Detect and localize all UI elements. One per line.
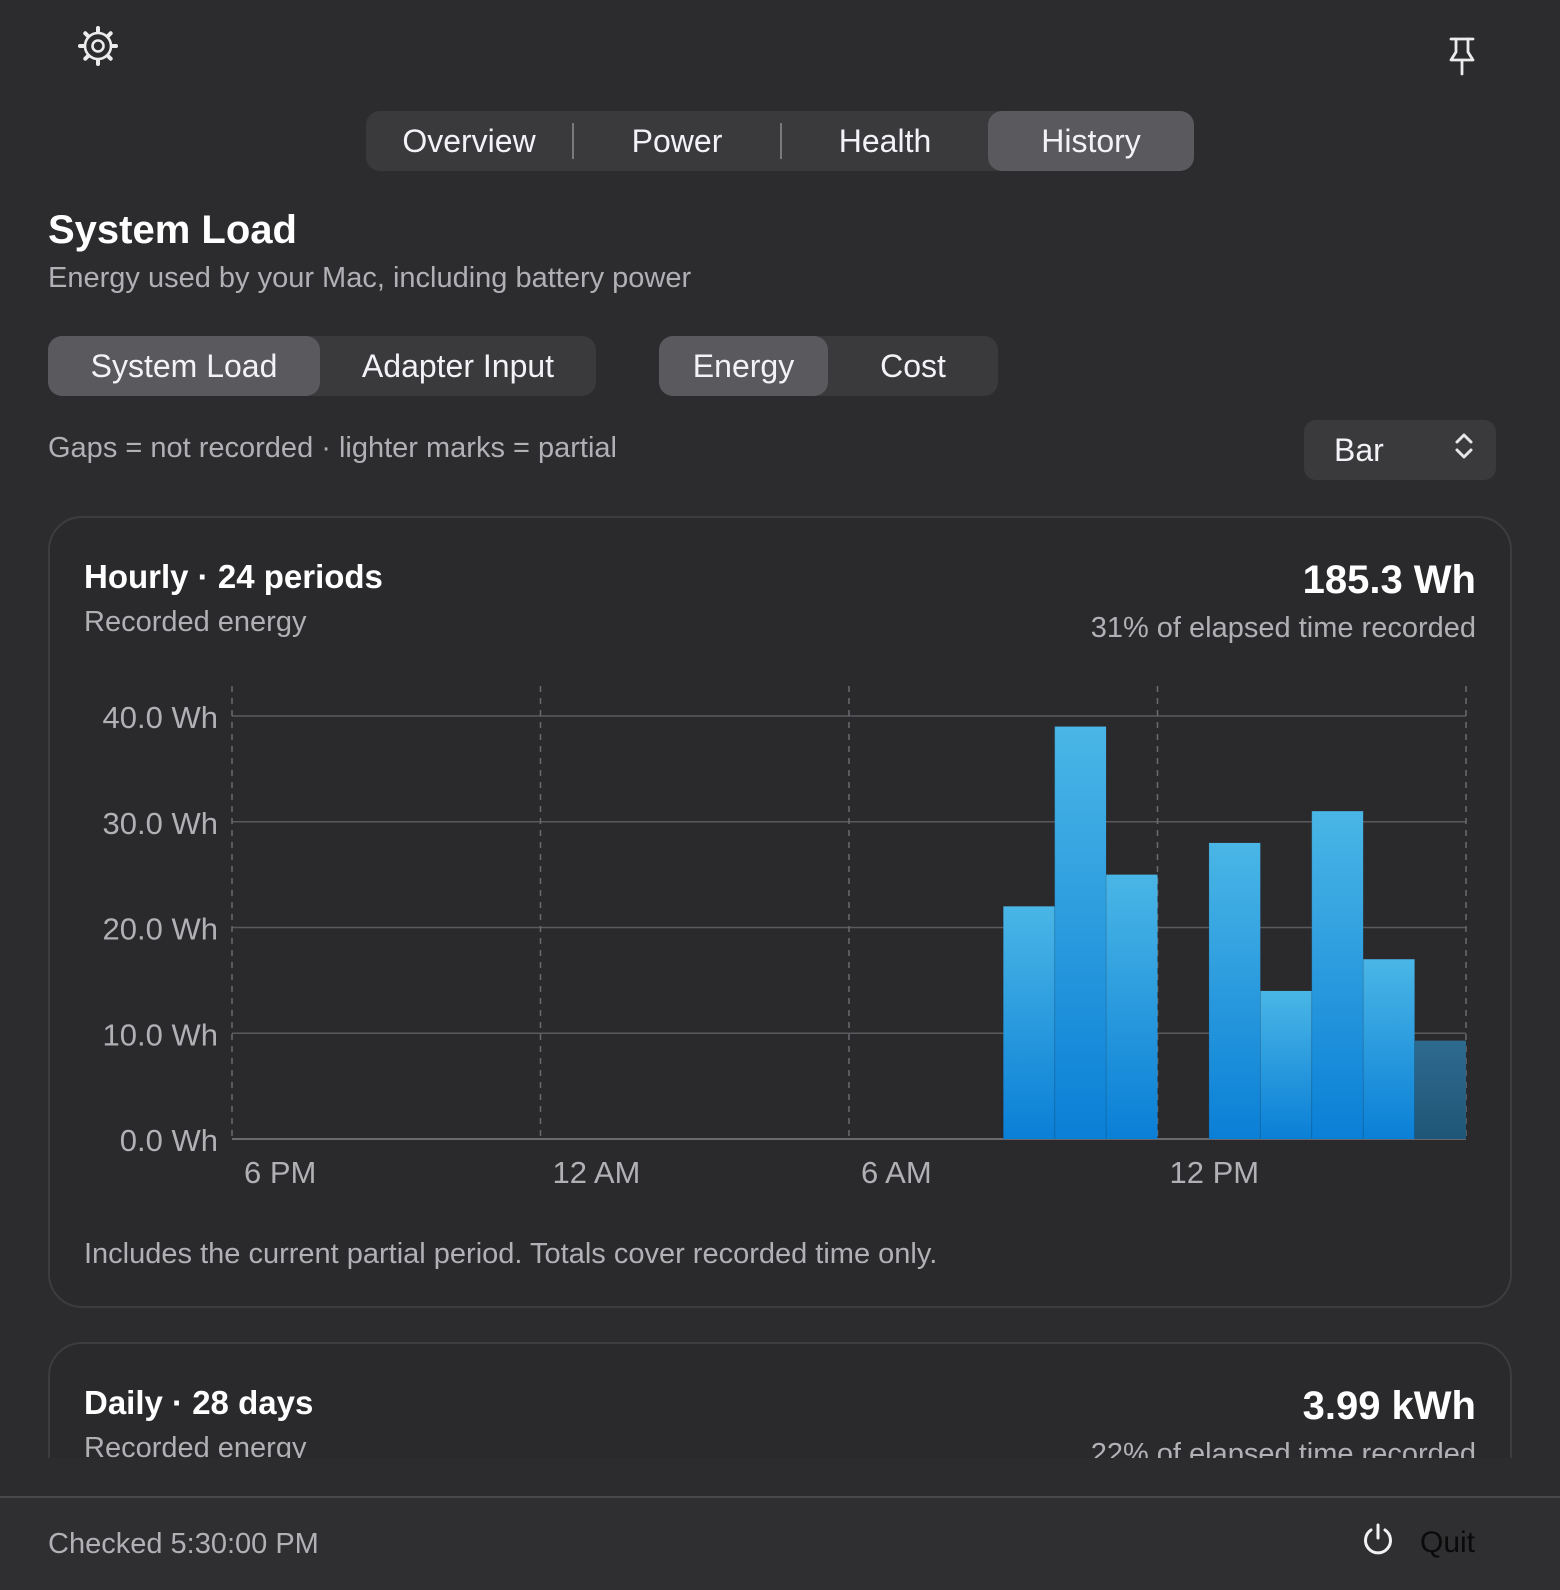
scroll-clip (0, 1458, 1560, 1496)
y-tick-label: 10.0 Wh (103, 1017, 218, 1052)
bar (1003, 906, 1055, 1139)
daily-title: Daily · 28 days (84, 1384, 314, 1421)
page-subtitle: Energy used by your Mac, including batte… (48, 262, 692, 294)
hourly-card: Hourly · 24 periods Recorded energy 185.… (48, 516, 1512, 1308)
quit-label: Quit (1420, 1526, 1476, 1559)
y-tick-label: 0.0 Wh (120, 1123, 218, 1158)
last-checked-time: Checked 5:30:00 PM (48, 1528, 319, 1560)
tab-health[interactable]: Health (782, 111, 988, 171)
tab-power[interactable]: Power (574, 111, 780, 171)
unit-toggle: Energy Cost (659, 336, 998, 396)
bar (1054, 726, 1107, 1139)
bar (1106, 874, 1158, 1139)
hourly-footnote: Includes the current partial period. Tot… (84, 1238, 938, 1270)
cost-toggle-button[interactable]: Cost (828, 336, 998, 396)
chevron-up-down-icon (1454, 431, 1474, 469)
chart-style-select[interactable]: Bar (1304, 420, 1496, 480)
quit-button[interactable]: Quit (1360, 1520, 1475, 1566)
energy-toggle-button[interactable]: Energy (659, 336, 828, 396)
tab-history[interactable]: History (988, 111, 1194, 171)
gear-icon[interactable] (76, 24, 120, 68)
tab-overview[interactable]: Overview (366, 111, 572, 171)
partial-bar (1414, 1040, 1466, 1139)
source-toggle: System Load Adapter Input (48, 336, 596, 396)
x-tick-label: 6 AM (861, 1155, 932, 1190)
y-tick-label: 40.0 Wh (103, 700, 218, 735)
page-title: System Load (48, 208, 297, 252)
power-icon (1360, 1521, 1396, 1565)
y-tick-label: 30.0 Wh (103, 806, 218, 841)
pin-icon[interactable] (1442, 34, 1482, 78)
adapter-input-toggle-button[interactable]: Adapter Input (320, 336, 596, 396)
bar (1311, 811, 1364, 1139)
footer: Checked 5:30:00 PM Quit (0, 1498, 1560, 1590)
x-tick-label: 12 PM (1170, 1155, 1260, 1190)
legend-note: Gaps = not recorded · lighter marks = pa… (48, 432, 617, 464)
y-tick-label: 20.0 Wh (103, 912, 218, 947)
x-tick-label: 6 PM (244, 1155, 316, 1190)
daily-total: 3.99 kWh (1302, 1384, 1476, 1428)
chart-style-value: Bar (1334, 431, 1384, 468)
bar (1260, 990, 1312, 1139)
system-load-toggle-button[interactable]: System Load (48, 336, 320, 396)
tab-bar: Overview Power Health History (366, 111, 1194, 171)
x-tick-label: 12 AM (553, 1155, 641, 1190)
hourly-bar-chart: 0.0 Wh 10.0 Wh 20.0 Wh 30.0 Wh 40.0 Wh 6 PM 12… (103, 686, 1467, 1190)
bar (1363, 959, 1415, 1139)
bar (1208, 842, 1261, 1139)
history-window: Overview Power Health History System Loa… (0, 0, 1560, 1590)
